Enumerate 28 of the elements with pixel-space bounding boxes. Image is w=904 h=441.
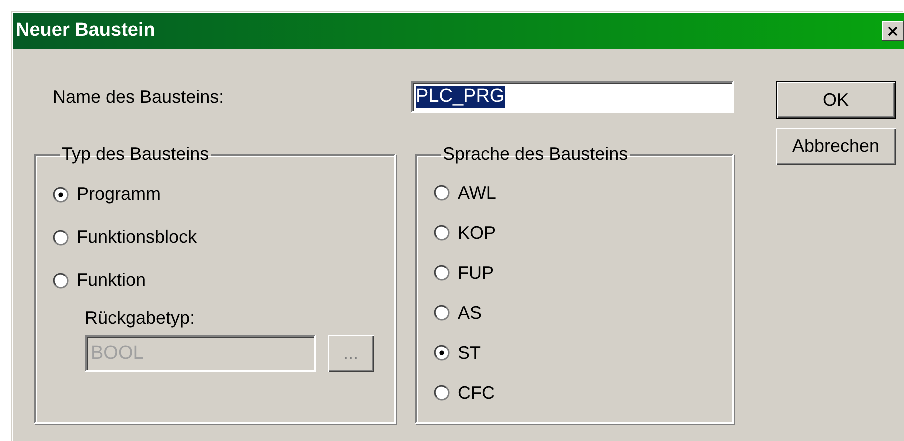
field-label: Rückgabetyp: [85,308,196,328]
radio-button[interactable] [434,225,450,241]
dialog-button[interactable]: OK [776,81,896,119]
group-title: Typ des Bausteins [62,144,210,164]
radio-button[interactable] [53,272,69,288]
radio-button[interactable] [53,230,69,246]
field-label: Name des Bausteins: [53,86,224,106]
option-label[interactable]: ST [458,342,482,364]
option-label[interactable]: AS [458,302,482,324]
radio-button[interactable] [434,345,450,361]
dialog-button[interactable]: Abbrechen [776,128,896,165]
name-input-field[interactable]: PLC_PRG [411,81,734,113]
radio-button[interactable] [434,305,450,321]
radio-button[interactable] [434,185,450,201]
option-label[interactable]: KOP [458,222,496,244]
close-button[interactable] [882,21,904,41]
window-title: Neuer Baustein [16,20,156,42]
option-label[interactable]: Funktion [77,270,146,291]
radio-button[interactable] [53,186,69,202]
radio-button[interactable] [434,385,450,401]
option-label[interactable]: AWL [458,182,496,204]
option-label[interactable]: CFC [458,382,495,404]
option-label[interactable]: Funktionsblock [77,227,198,248]
radio-button[interactable] [434,265,450,281]
group-title: Sprache des Bausteins [443,144,628,164]
option-label[interactable]: Programm [77,184,162,205]
option-label[interactable]: FUP [458,262,494,284]
close-icon [888,26,898,36]
